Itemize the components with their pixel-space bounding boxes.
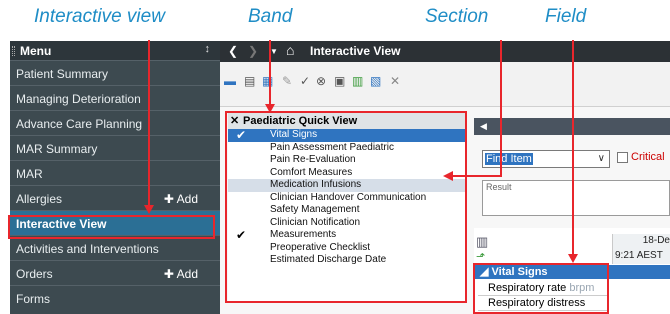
clear-icon[interactable]: ⊗ — [316, 74, 326, 88]
view-title-bar: ❮ ❯ ▼ ⌂ Interactive View — [220, 41, 670, 62]
left-menu: Menu ↕ Patient Summary Managing Deterior… — [10, 41, 220, 314]
band-panel: ✕ Paediatric Quick View ✔ Vital Signs Pai… — [228, 113, 465, 301]
menu-item-mar[interactable]: MAR — [10, 160, 220, 185]
chevron-down-icon[interactable]: ∨ — [598, 153, 605, 164]
menu-header: Menu ↕ — [10, 41, 220, 60]
add-allergy-button[interactable]: ✚ Add — [164, 192, 198, 206]
menu-item-forms[interactable]: Forms — [10, 285, 220, 310]
arrowhead-icon — [144, 205, 154, 214]
sign-check-icon[interactable]: ✓ — [300, 74, 310, 88]
caption-section: Section — [425, 6, 489, 27]
annotation-line-section-horizontal — [452, 175, 502, 177]
graph-icon: ⬏ — [476, 251, 486, 263]
add-order-button[interactable]: ✚ Add — [164, 267, 198, 281]
caption-interactive-view: Interactive view — [34, 6, 165, 27]
section-vital-signs[interactable]: ✔ Vital Signs — [228, 129, 465, 142]
arrowhead-icon — [568, 254, 578, 263]
caption-field: Field — [545, 6, 587, 27]
forward-icon[interactable]: ❯ — [248, 44, 258, 58]
field-respiratory-distress[interactable]: Respiratory distress — [478, 296, 608, 311]
check-icon: ✔ — [236, 228, 247, 242]
menu-item-managing-deterioration[interactable]: Managing Deterioration — [10, 85, 220, 110]
annotation-line-field — [572, 40, 574, 256]
field-respiratory-rate[interactable]: Respiratory rate brpm — [478, 281, 608, 296]
left-arrow-icon[interactable]: ◀ — [480, 121, 487, 132]
annotation-line-section-vertical — [500, 40, 502, 176]
section-medication-infusions[interactable]: Medication Infusions — [228, 179, 465, 192]
menu-item-advance-care-planning[interactable]: Advance Care Planning — [10, 110, 220, 135]
menu-item-orders[interactable]: Orders ✚ Add — [10, 260, 220, 285]
section-clinician-notification[interactable]: Clinician Notification — [228, 217, 465, 230]
menu-item-allergies[interactable]: Allergies ✚ Add — [10, 185, 220, 210]
critical-checkbox[interactable] — [617, 152, 628, 163]
print-icon[interactable]: ▣ — [334, 74, 345, 88]
caption-band: Band — [248, 6, 293, 27]
table-icon[interactable]: ▤ — [244, 74, 255, 88]
section-clinician-handover[interactable]: Clinician Handover Communication — [228, 192, 465, 205]
flowsheet-icon: ▥ — [476, 234, 489, 249]
collapse-icon[interactable]: ✕ — [230, 114, 239, 127]
graph-icon[interactable]: ▧ — [370, 74, 381, 88]
section-preoperative-checklist[interactable]: Preoperative Checklist — [228, 242, 465, 255]
menu-item-interactive-view[interactable]: Interactive View — [10, 210, 220, 235]
view-title: Interactive View — [310, 44, 401, 58]
chart-icon[interactable]: ▥ — [352, 74, 363, 88]
critical-label: Critical — [631, 151, 665, 163]
arrowhead-icon — [265, 104, 275, 113]
annotation-line-band — [269, 40, 271, 106]
pin-icon[interactable]: ↕ — [205, 43, 211, 55]
pencil-icon[interactable]: ✎ — [282, 74, 292, 88]
grip-icon — [12, 46, 15, 56]
result-box: Result — [482, 180, 670, 216]
band-header[interactable]: ✕ Paediatric Quick View — [228, 113, 465, 129]
close-icon[interactable]: ✕ — [390, 74, 400, 88]
flowsheet-icon[interactable]: ▬ — [224, 74, 236, 88]
section-estimated-discharge[interactable]: Estimated Discharge Date — [228, 254, 465, 267]
back-icon[interactable]: ❮ — [228, 44, 238, 58]
section-comfort-measures[interactable]: Comfort Measures — [228, 167, 465, 180]
section-pain-reevaluation[interactable]: Pain Re-Evaluation — [228, 154, 465, 167]
date-column-header[interactable]: 18-De 9:21 AEST — [612, 234, 670, 264]
home-icon[interactable]: ⌂ — [286, 42, 294, 58]
section-measurements[interactable]: ✔ Measurements — [228, 229, 465, 242]
menu-item-mar-summary[interactable]: MAR Summary — [10, 135, 220, 160]
grid-icon[interactable]: ▦ — [262, 74, 273, 88]
menu-item-activities-interventions[interactable]: Activities and Interventions — [10, 235, 220, 260]
check-icon: ✔ — [236, 128, 247, 142]
menu-title: Menu — [20, 44, 52, 58]
vital-signs-section-row[interactable]: ◢ Vital Signs — [474, 265, 670, 279]
annotation-line-interactive-view — [148, 40, 150, 208]
dropdown-icon[interactable]: ▼ — [270, 47, 278, 56]
section-safety-management[interactable]: Safety Management — [228, 204, 465, 217]
arrowhead-icon — [443, 171, 453, 181]
menu-item-patient-summary[interactable]: Patient Summary — [10, 60, 220, 85]
section-pain-assessment[interactable]: Pain Assessment Paediatric — [228, 142, 465, 155]
toolbar: ▬ ▤ ▦ ✎ ✓ ⊗ ▣ ▥ ▧ ✕ — [220, 62, 670, 107]
